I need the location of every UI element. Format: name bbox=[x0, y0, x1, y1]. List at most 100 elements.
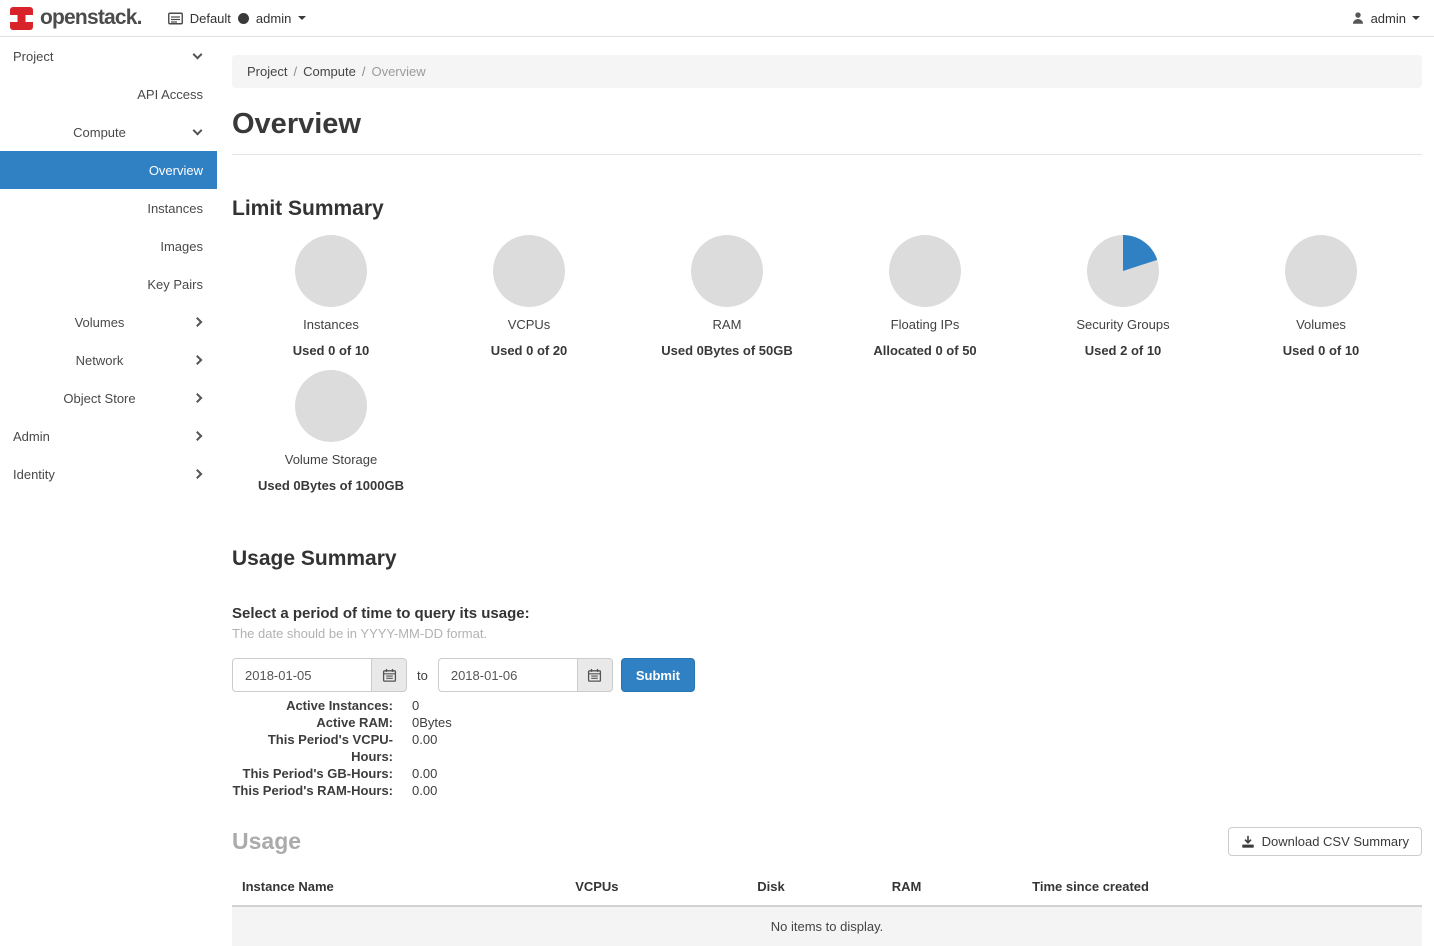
sidebar-item-api-access[interactable]: API Access bbox=[0, 75, 217, 113]
date-to-calendar-button[interactable] bbox=[578, 658, 613, 692]
user-icon bbox=[1351, 11, 1365, 25]
usage-table-header-row: Instance NameVCPUsDiskRAMTime since crea… bbox=[232, 870, 1422, 906]
date-range-form: to Submit bbox=[232, 658, 1422, 692]
date-to-input[interactable] bbox=[438, 658, 578, 692]
chevron-right-icon bbox=[193, 317, 203, 327]
stat-row: This Period's VCPU-Hours: 0.00 bbox=[232, 731, 1422, 765]
limit-label: Volume Storage bbox=[285, 452, 378, 467]
sidebar-item-object-store[interactable]: Object Store bbox=[0, 379, 217, 417]
limit-item-floating-ips: Floating IPs Allocated 0 of 50 bbox=[826, 235, 1024, 358]
pie-chart bbox=[295, 235, 367, 307]
pie-chart bbox=[1087, 235, 1159, 307]
pie-chart bbox=[889, 235, 961, 307]
column-header-disk: Disk bbox=[747, 870, 881, 906]
title-divider bbox=[232, 154, 1422, 155]
user-name: admin bbox=[1371, 11, 1406, 26]
page-title: Overview bbox=[232, 108, 1422, 141]
limit-item-vcpus: VCPUs Used 0 of 20 bbox=[430, 235, 628, 358]
sidebar-item-overview[interactable]: Overview bbox=[0, 151, 217, 189]
sidebar-item-label: Key Pairs bbox=[147, 277, 203, 292]
stat-label: Active Instances: bbox=[232, 697, 393, 714]
stat-row: This Period's GB-Hours: 0.00 bbox=[232, 765, 1422, 782]
limit-label: VCPUs bbox=[508, 317, 551, 332]
column-header-instance-name: Instance Name bbox=[232, 870, 565, 906]
pie-chart bbox=[1285, 235, 1357, 307]
column-header-time-since-created: Time since created bbox=[1022, 870, 1422, 906]
stat-value: 0 bbox=[412, 697, 419, 714]
chevron-right-icon bbox=[193, 393, 203, 403]
sidebar-item-network[interactable]: Network bbox=[0, 341, 217, 379]
brand[interactable]: openstack. bbox=[10, 6, 142, 30]
user-menu[interactable]: admin bbox=[1351, 11, 1420, 26]
top-navbar: openstack. Default admin admin bbox=[0, 0, 1434, 37]
breadcrumb-compute[interactable]: Compute bbox=[303, 64, 356, 79]
main-content: Project/Compute/Overview Overview Limit … bbox=[217, 37, 1434, 899]
stat-row: Active Instances: 0 bbox=[232, 697, 1422, 714]
sidebar-item-label: Admin bbox=[13, 429, 50, 444]
caret-down-icon bbox=[298, 16, 306, 20]
to-label: to bbox=[417, 668, 428, 683]
pie-chart bbox=[691, 235, 763, 307]
sidebar-item-key-pairs[interactable]: Key Pairs bbox=[0, 265, 217, 303]
sidebar-item-project[interactable]: Project bbox=[0, 37, 217, 75]
limit-item-instances: Instances Used 0 of 10 bbox=[232, 235, 430, 358]
limit-usage: Used 0Bytes of 1000GB bbox=[258, 478, 404, 493]
usage-table-empty-row: No items to display. bbox=[232, 906, 1422, 946]
sidebar-item-admin[interactable]: Admin bbox=[0, 417, 217, 455]
context-switcher[interactable]: Default admin bbox=[168, 11, 307, 26]
calendar-icon bbox=[382, 668, 397, 683]
stat-label: This Period's GB-Hours: bbox=[232, 765, 393, 782]
sidebar-item-label: Images bbox=[160, 239, 203, 254]
date-from-input[interactable] bbox=[232, 658, 372, 692]
limit-label: RAM bbox=[713, 317, 742, 332]
sidebar-item-identity[interactable]: Identity bbox=[0, 455, 217, 493]
date-from-calendar-button[interactable] bbox=[372, 658, 407, 692]
usage-table: Instance NameVCPUsDiskRAMTime since crea… bbox=[232, 870, 1422, 946]
usage-section-header: Usage Download CSV Summary bbox=[232, 827, 1422, 856]
limit-item-volume-storage: Volume Storage Used 0Bytes of 1000GB bbox=[232, 370, 430, 493]
context-domain: Default bbox=[190, 11, 231, 26]
limit-item-ram: RAM Used 0Bytes of 50GB bbox=[628, 235, 826, 358]
sidebar-item-label: Volumes bbox=[75, 315, 125, 330]
empty-message: No items to display. bbox=[232, 906, 1422, 946]
usage-heading: Usage bbox=[232, 828, 301, 855]
limit-item-security-groups: Security Groups Used 2 of 10 bbox=[1024, 235, 1222, 358]
limit-usage: Used 0 of 10 bbox=[1283, 343, 1360, 358]
sidebar-item-label: Identity bbox=[13, 467, 55, 482]
breadcrumb-separator: / bbox=[362, 64, 366, 79]
stat-value: 0.00 bbox=[412, 765, 437, 782]
date-from-group bbox=[232, 658, 407, 692]
sidebar-item-label: Instances bbox=[147, 201, 203, 216]
stat-row: Active RAM: 0Bytes bbox=[232, 714, 1422, 731]
submit-button[interactable]: Submit bbox=[621, 658, 695, 692]
chevron-right-icon bbox=[193, 431, 203, 441]
breadcrumb: Project/Compute/Overview bbox=[232, 55, 1422, 88]
sidebar-item-label: Overview bbox=[149, 163, 203, 178]
limit-usage: Allocated 0 of 50 bbox=[873, 343, 976, 358]
sidebar-item-instances[interactable]: Instances bbox=[0, 189, 217, 227]
usage-summary-heading: Usage Summary bbox=[232, 547, 1422, 571]
calendar-icon bbox=[587, 668, 602, 683]
sidebar-item-compute[interactable]: Compute bbox=[0, 113, 217, 151]
breadcrumb-overview: Overview bbox=[371, 64, 425, 79]
context-project: admin bbox=[256, 11, 291, 26]
download-icon bbox=[1241, 835, 1255, 849]
breadcrumb-project[interactable]: Project bbox=[247, 64, 287, 79]
pie-chart bbox=[295, 370, 367, 442]
limit-item-volumes: Volumes Used 0 of 10 bbox=[1222, 235, 1420, 358]
limit-label: Floating IPs bbox=[891, 317, 960, 332]
column-header-ram: RAM bbox=[882, 870, 1022, 906]
column-header-vcpus: VCPUs bbox=[565, 870, 747, 906]
limit-usage: Used 2 of 10 bbox=[1085, 343, 1162, 358]
download-csv-label: Download CSV Summary bbox=[1262, 834, 1409, 849]
limit-usage: Used 0 of 10 bbox=[293, 343, 370, 358]
download-csv-button[interactable]: Download CSV Summary bbox=[1228, 827, 1422, 856]
query-period-prompt: Select a period of time to query its usa… bbox=[232, 605, 1422, 622]
limit-label: Security Groups bbox=[1076, 317, 1169, 332]
limit-label: Instances bbox=[303, 317, 359, 332]
sidebar-item-volumes[interactable]: Volumes bbox=[0, 303, 217, 341]
sidebar-item-images[interactable]: Images bbox=[0, 227, 217, 265]
limit-usage: Used 0 of 20 bbox=[491, 343, 568, 358]
date-to-group bbox=[438, 658, 613, 692]
sidebar-item-label: Object Store bbox=[63, 391, 135, 406]
